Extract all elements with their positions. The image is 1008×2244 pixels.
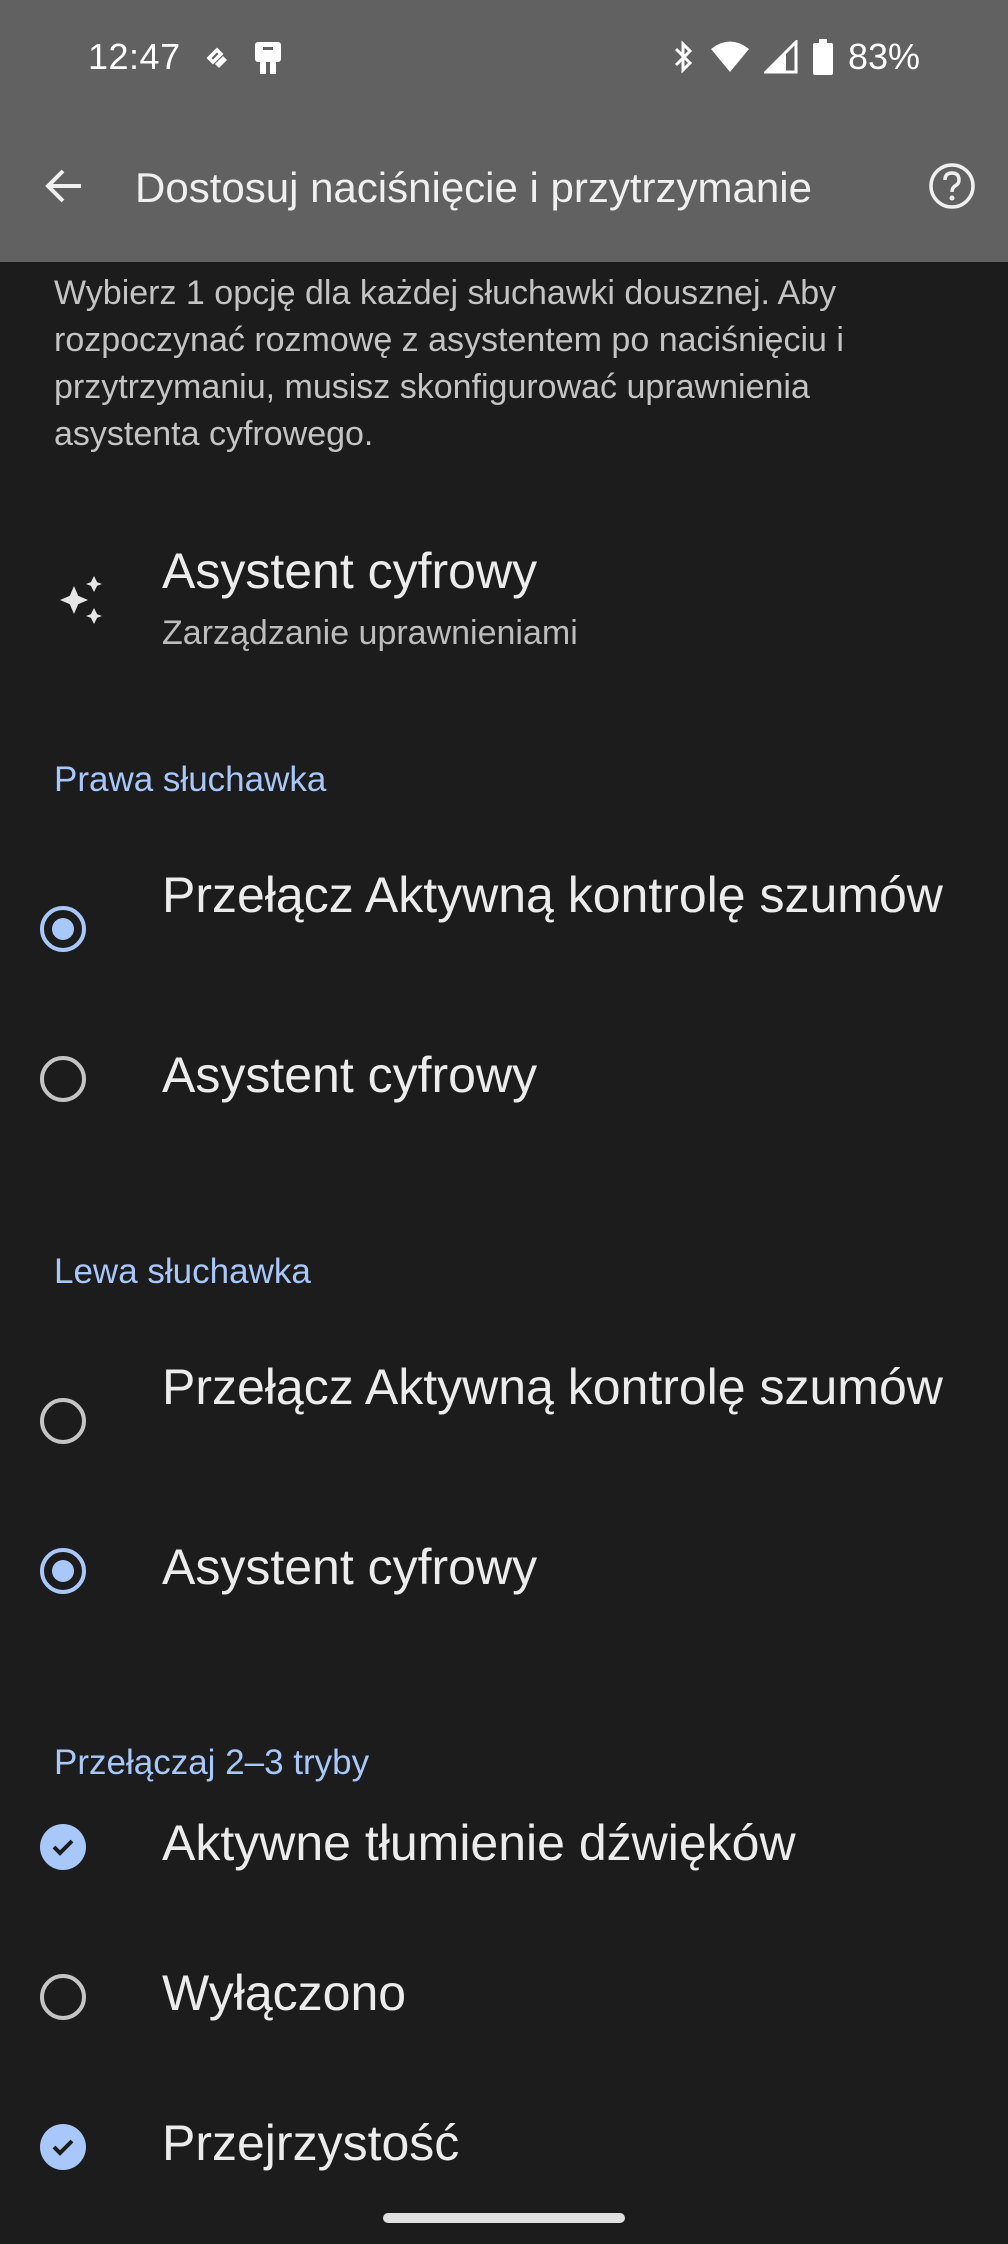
top-area: 12:47 83% Dostosuj naciśnięcie i przytrz… — [0, 0, 1008, 262]
help-circle-icon — [929, 163, 975, 209]
radio-button[interactable] — [40, 1056, 86, 1102]
checkbox[interactable] — [40, 1824, 86, 1870]
signal-icon — [763, 40, 798, 74]
mode-option-anc[interactable]: Aktywne tłumienie dźwięków — [0, 1800, 1008, 1890]
device-icon — [255, 42, 281, 74]
option-label: Asystent cyfrowy — [162, 1047, 538, 1103]
section-header-modes: Przełączaj 2–3 tryby — [54, 1743, 370, 1782]
assistant-item-subtitle: Zarządzanie uprawnieniami — [162, 614, 578, 652]
sparkle-icon — [60, 576, 102, 624]
mode-option-off[interactable]: Wyłączono — [0, 1950, 1008, 2040]
status-time: 12:47 — [88, 36, 181, 77]
app-bar: Dostosuj naciśnięcie i przytrzymanie — [0, 120, 1008, 262]
check-icon — [52, 1839, 74, 1856]
radio-button[interactable] — [40, 1398, 86, 1444]
option-label: Przełącz Aktywną kontrolę szumów — [162, 867, 943, 923]
status-bar: 12:47 83% — [0, 0, 1008, 120]
status-left-icons — [203, 40, 285, 78]
left-option-anc[interactable]: Przełącz Aktywną kontrolę szumów — [0, 1354, 1008, 1490]
wifi-icon — [710, 41, 749, 72]
content: Wybierz 1 opcję dla każdej słuchawki dou… — [0, 262, 1008, 2190]
right-option-anc[interactable]: Przełącz Aktywną kontrolę szumów — [0, 862, 1008, 998]
arrow-back-icon — [45, 169, 81, 203]
intro-text: Wybierz 1 opcję dla każdej słuchawki dou… — [54, 274, 844, 453]
checkbox[interactable] — [40, 1974, 86, 2020]
check-icon — [52, 2139, 74, 2156]
right-option-assistant[interactable]: Asystent cyfrowy — [0, 1032, 1008, 1122]
assistant-item-title: Asystent cyfrowy — [162, 543, 538, 599]
back-button[interactable] — [28, 150, 100, 222]
radio-button[interactable] — [40, 906, 86, 952]
battery-icon — [812, 39, 833, 75]
section-header-right: Prawa słuchawka — [54, 760, 327, 799]
screen: 12:47 83% Dostosuj naciśnięcie i przytrz… — [0, 0, 1008, 2244]
bluetooth-icon — [674, 40, 693, 74]
home-indicator[interactable] — [383, 2213, 625, 2223]
option-label: Aktywne tłumienie dźwięków — [162, 1815, 796, 1871]
notification-icon — [206, 47, 227, 68]
left-option-assistant[interactable]: Asystent cyfrowy — [0, 1524, 1008, 1614]
mode-option-transparency[interactable]: Przejrzystość — [0, 2100, 1008, 2190]
page-title: Dostosuj naciśnięcie i przytrzymanie — [135, 164, 812, 211]
option-label: Wyłączono — [162, 1965, 407, 2021]
status-right: 83% — [672, 36, 920, 78]
radio-button[interactable] — [40, 1548, 86, 1594]
section-header-left: Lewa słuchawka — [54, 1252, 311, 1291]
option-label: Asystent cyfrowy — [162, 1539, 538, 1595]
battery-percent: 83% — [847, 36, 920, 77]
option-label: Przejrzystość — [162, 2115, 460, 2171]
option-label: Przełącz Aktywną kontrolę szumów — [162, 1359, 943, 1415]
help-button[interactable] — [916, 150, 988, 222]
checkbox[interactable] — [40, 2124, 86, 2170]
